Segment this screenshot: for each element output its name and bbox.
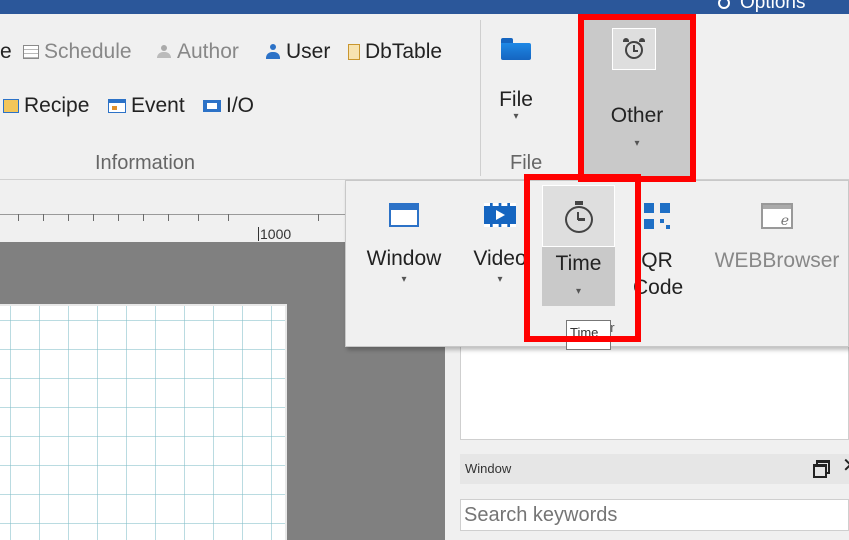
folder-icon [501, 38, 531, 60]
ribbon-item-schedule[interactable]: Schedule [23, 40, 132, 64]
ribbon-item-truncated[interactable]: e [0, 40, 12, 64]
file-button-label: File [499, 88, 533, 111]
ribbon-item-event-label: Event [131, 94, 185, 117]
ribbon-item-user-label: User [286, 40, 331, 63]
ribbon-item-io[interactable]: I/O [203, 94, 254, 118]
ribbon-item-recipe[interactable]: Recipe [3, 94, 89, 118]
ribbon: e Schedule Author User DbTable Recipe Ev… [0, 14, 849, 180]
ruler-tick [43, 214, 44, 221]
ribbon-item-author[interactable]: Author [156, 40, 239, 64]
window-icon [389, 203, 419, 227]
ribbon-item-author-label: Author [177, 40, 239, 63]
horizontal-ruler: 1000 [0, 180, 345, 242]
group-separator [480, 20, 481, 176]
panel-content-box [460, 345, 849, 440]
ribbon-item-dbtable-label: DbTable [365, 40, 443, 63]
dropdown-item-webbrowser-label: WEBBrowser [714, 249, 840, 272]
ribbon-item-recipe-label: Recipe [24, 94, 90, 117]
web-browser-icon [761, 203, 793, 229]
options-menu[interactable]: Options [718, 0, 805, 14]
right-panel: Window ✕ [448, 345, 849, 540]
dropdown-item-window-label: Window [366, 247, 442, 270]
close-icon[interactable]: ✕ [842, 456, 849, 476]
io-icon [203, 100, 221, 112]
chevron-down-icon: ▾ [513, 111, 519, 122]
highlight-box-time [524, 174, 641, 342]
ribbon-item-io-label: I/O [226, 94, 255, 117]
ribbon-item-schedule-label: Schedule [44, 40, 132, 63]
ruler-line [0, 214, 345, 215]
group-label-information: Information [95, 152, 196, 174]
dropdown-item-video[interactable]: Video ▾ [468, 203, 532, 285]
dbtable-icon [348, 44, 360, 60]
ribbon-item-truncated-label: e [0, 40, 12, 63]
restore-icon[interactable] [813, 460, 830, 478]
ribbon-item-dbtable[interactable]: DbTable [348, 40, 442, 64]
ruler-tick [93, 214, 94, 221]
ribbon-item-event[interactable]: Event [108, 94, 185, 118]
video-icon [484, 203, 516, 227]
event-icon [108, 99, 126, 113]
qr-code-icon [644, 203, 670, 229]
chevron-down-icon: ▾ [497, 274, 503, 285]
search-keywords-input[interactable] [460, 499, 849, 531]
dropdown-item-webbrowser[interactable]: WEBBrowser [712, 203, 842, 274]
options-label: Options [740, 0, 806, 13]
dropdown-item-window[interactable]: Window ▾ [360, 203, 448, 285]
highlight-box-other [578, 14, 696, 182]
recipe-icon [3, 99, 19, 113]
ruler-tick [318, 214, 319, 221]
ruler-tick [228, 214, 229, 221]
chevron-down-icon: ▾ [401, 274, 407, 285]
ruler-tick [168, 214, 169, 221]
user-icon [265, 44, 281, 60]
file-button[interactable]: File ▾ [490, 38, 542, 122]
ribbon-item-user[interactable]: User [265, 40, 330, 64]
author-icon [156, 45, 172, 59]
group-label-file: File [510, 152, 543, 174]
ruler-label: 1000 [258, 226, 292, 242]
dropdown-item-video-label: Video [473, 247, 527, 270]
ruler-tick [198, 214, 199, 221]
title-bar: Options [0, 0, 849, 14]
schedule-icon [23, 45, 39, 59]
window-panel-header: Window ✕ [460, 454, 849, 484]
ruler-tick [143, 214, 144, 221]
window-panel-title: Window [465, 461, 512, 476]
ruler-tick [118, 214, 119, 221]
ruler-tick [18, 214, 19, 221]
ruler-tick [68, 214, 69, 221]
design-canvas-page[interactable] [0, 304, 287, 540]
gear-icon [718, 0, 730, 9]
